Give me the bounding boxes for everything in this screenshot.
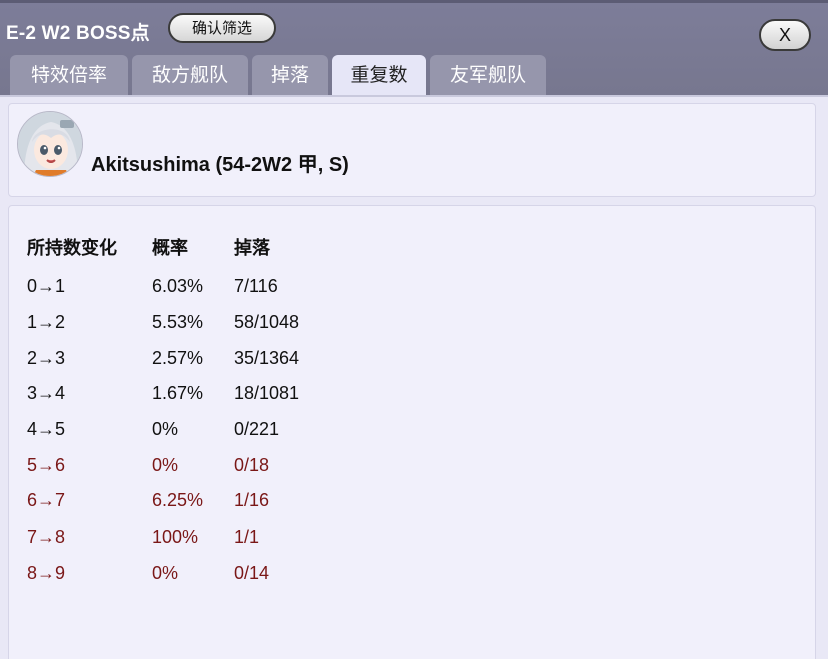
row-drop: 58/1048	[234, 312, 300, 332]
row-rate: 2.57%	[152, 348, 204, 368]
tab-drops[interactable]: 掉落	[252, 55, 328, 95]
confirm-filter-button[interactable]: 确认筛选	[168, 13, 276, 43]
ship-name: Akitsushima (54-2W2 甲, S)	[91, 154, 349, 176]
row-change: 2→3	[27, 348, 66, 368]
row-drop: 1/16	[234, 490, 270, 510]
row-change: 8→9	[27, 563, 66, 583]
row-drop: 35/1364	[234, 348, 300, 368]
header-rate: 概率	[152, 238, 188, 259]
tab-friend-fleet[interactable]: 友军舰队	[430, 55, 546, 95]
tab-enemy-fleet[interactable]: 敌方舰队	[132, 55, 248, 95]
row-rate: 1.67%	[152, 383, 204, 403]
duplicate-table: 所持数变化 概率 掉落 0→1 6.03% 7/116 1→2 5.53% 58…	[8, 205, 816, 659]
row-rate: 0%	[152, 563, 179, 583]
ship-card: Akitsushima (54-2W2 甲, S)	[8, 103, 816, 197]
title-bar: E-2 W2 BOSS点 确认筛选 X	[0, 9, 828, 51]
row-change: 1→2	[27, 312, 66, 332]
close-button[interactable]: X	[759, 19, 811, 51]
tab-special-multiplier[interactable]: 特效倍率	[10, 55, 128, 95]
row-change: 4→5	[27, 419, 66, 439]
row-change: 3→4	[27, 383, 66, 403]
row-drop: 0/14	[234, 563, 270, 583]
row-change: 0→1	[27, 276, 66, 296]
row-rate: 0%	[152, 419, 179, 439]
row-rate: 5.53%	[152, 312, 204, 332]
ship-girl-avatar-icon	[17, 111, 83, 177]
tab-bar: 特效倍率 敌方舰队 掉落 重复数 友军舰队	[10, 55, 820, 95]
row-drop: 7/116	[234, 276, 278, 296]
row-change: 7→8	[27, 527, 66, 547]
row-drop: 1/1	[234, 527, 260, 547]
row-rate: 6.03%	[152, 276, 204, 296]
row-change: 6→7	[27, 490, 66, 510]
dialog-title: E-2 W2 BOSS点	[6, 23, 150, 44]
row-rate: 100%	[152, 527, 199, 547]
header-count-change: 所持数变化	[27, 238, 117, 259]
row-drop: 0/221	[234, 419, 280, 439]
row-rate: 0%	[152, 455, 179, 475]
content-panel: Akitsushima (54-2W2 甲, S) 所持数变化 概率 掉落 0→…	[0, 95, 828, 659]
row-rate: 6.25%	[152, 490, 204, 510]
row-drop: 0/18	[234, 455, 270, 475]
header-drop: 掉落	[234, 238, 270, 259]
row-drop: 18/1081	[234, 383, 300, 403]
tab-duplicates[interactable]: 重复数	[332, 55, 426, 95]
row-change: 5→6	[27, 455, 66, 475]
dialog-window: E-2 W2 BOSS点 确认筛选 X 特效倍率 敌方舰队 掉落 重复数 友军舰…	[0, 0, 828, 659]
